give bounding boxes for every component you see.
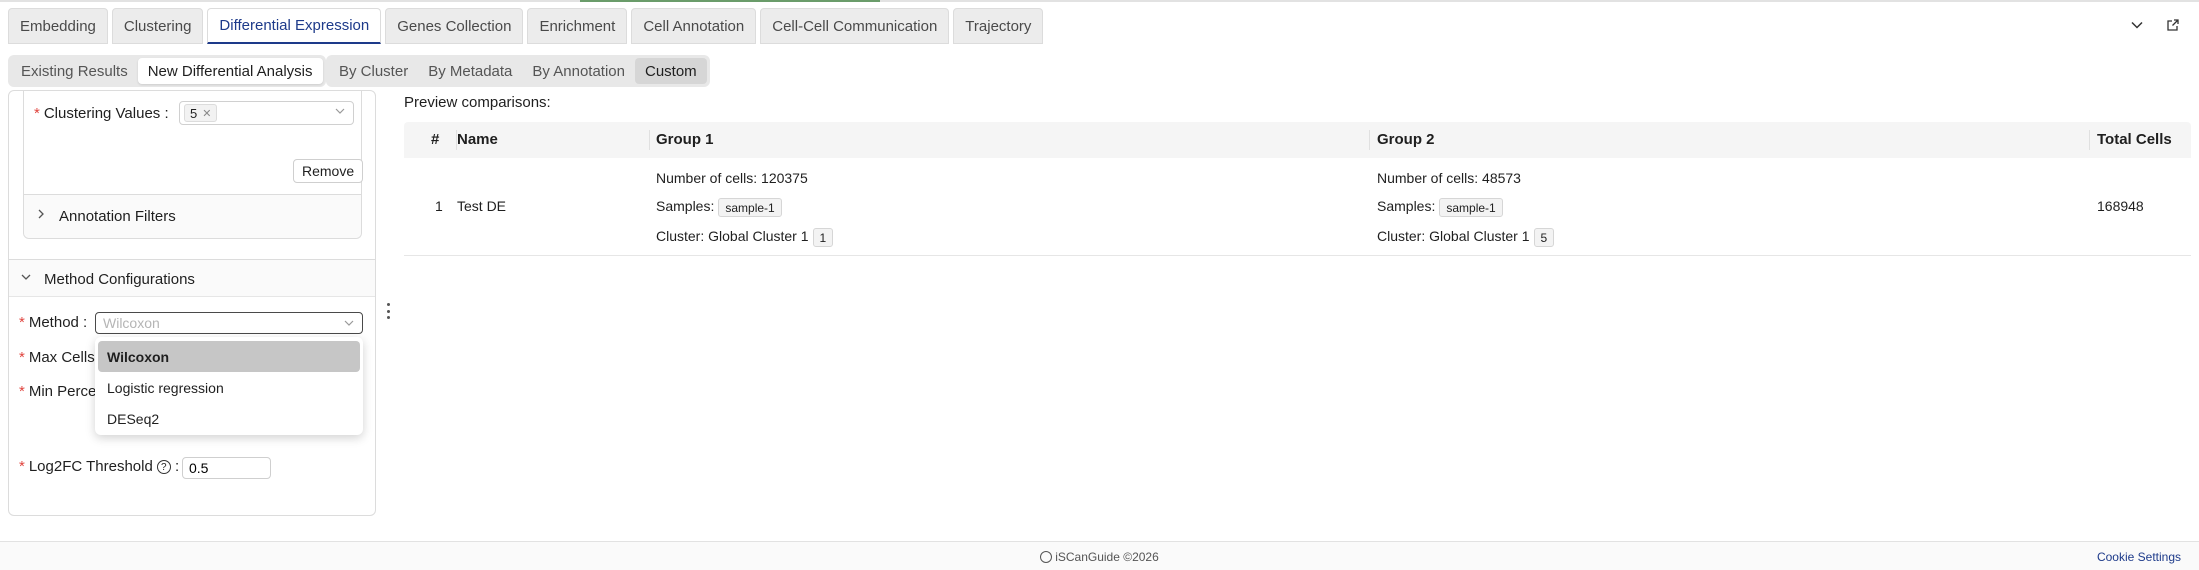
tab-embedding[interactable]: Embedding [8,8,108,44]
window-top-accent [580,0,880,2]
preview-table: # Name Group 1 Group 2 Total Cells 1 Tes… [404,122,2191,256]
tab-cell-cell-communication[interactable]: Cell-Cell Communication [760,8,950,44]
config-panel: * Clustering Values : 5 ✕ Remove Annotati… [8,90,376,516]
tab-by-cluster[interactable]: By Cluster [329,58,418,84]
group2-cells: Number of cells: 48573 [1377,170,1521,186]
method-configurations-label: Method Configurations [44,271,195,288]
method-label: * Method : [19,314,88,331]
sample-chip: sample-1 [1439,198,1503,217]
window-top-border [0,0,2199,2]
method-select[interactable]: Wilcoxon [95,312,363,334]
log2fc-input[interactable] [182,457,271,479]
filter-group-box: * Clustering Values : 5 ✕ Remove Annotati… [23,91,364,239]
tab-clustering[interactable]: Clustering [111,8,204,44]
footer: iSCanGuide ©2026 Cookie Settings [0,541,2199,570]
tab-trajectory[interactable]: Trajectory [953,8,1044,44]
open-external-icon[interactable] [2165,17,2181,33]
table-row: 1 Test DE Number of cells: 120375 Sample… [404,158,2191,256]
group1-cluster: Cluster: Global Cluster 11 [656,228,834,247]
option-wilcoxon[interactable]: Wilcoxon [98,341,360,372]
cluster-chip: 5 [1533,228,1555,247]
tab-differential-expression[interactable]: Differential Expression [207,8,382,44]
min-percent-label: * Min Perce [19,383,97,400]
option-logistic-regression[interactable]: Logistic regression [98,372,360,403]
group1-cells: Number of cells: 120375 [656,170,808,186]
row-name: Test DE [457,198,507,214]
col-index: # [431,131,440,148]
clustering-values-select[interactable]: 5 ✕ [179,101,354,125]
annotation-filters-label: Annotation Filters [59,208,176,225]
tab-new-differential-analysis[interactable]: New Differential Analysis [137,58,323,84]
method-dropdown: Wilcoxon Logistic regression DESeq2 [95,337,363,435]
row-index: 1 [435,198,443,214]
group1-samples: Samples: sample-1 [656,198,782,217]
annotation-filters-row[interactable]: Annotation Filters [24,194,361,238]
type-tabs: By Cluster By Metadata By Annotation Cus… [326,55,710,87]
remove-button[interactable]: Remove [293,159,364,183]
row-total-cells: 168948 [2097,198,2144,214]
tab-enrichment[interactable]: Enrichment [527,8,628,44]
clustering-value-tag: 5 ✕ [184,104,218,122]
col-group2: Group 2 [1377,131,1435,148]
col-total-cells: Total Cells [2097,131,2172,148]
col-group1: Group 1 [656,131,714,148]
group2-samples: Samples: sample-1 [1377,198,1503,217]
option-deseq2[interactable]: DESeq2 [98,403,360,434]
max-cells-label: * Max Cells [19,349,95,366]
help-icon[interactable]: ? [156,460,171,475]
tab-custom[interactable]: Custom [634,58,707,84]
cookie-settings-link[interactable]: Cookie Settings [2097,550,2181,564]
tab-by-metadata[interactable]: By Metadata [418,58,522,84]
chevron-down-icon [344,318,354,328]
chevron-down-icon [335,106,345,116]
col-separator [2089,130,2090,150]
tab-genes-collection[interactable]: Genes Collection [385,8,524,44]
tag-close-icon[interactable]: ✕ [202,107,211,120]
log2fc-label: * Log2FC Threshold? : [19,458,180,475]
method-configurations-header[interactable]: Method Configurations [9,259,375,297]
group2-cluster: Cluster: Global Cluster 15 [1377,228,1555,247]
preview-title: Preview comparisons: [404,94,551,111]
tab-cell-annotation[interactable]: Cell Annotation [631,8,757,44]
tab-by-annotation[interactable]: By Annotation [522,58,635,84]
panel-resize-handle[interactable] [386,303,390,319]
table-header: # Name Group 1 Group 2 Total Cells [404,122,2191,158]
main-tabs: Embedding Clustering Differential Expres… [8,8,1044,44]
collapse-chevron-icon[interactable] [2129,17,2145,33]
chevron-down-icon [21,272,31,285]
tab-existing-results[interactable]: Existing Results [11,58,138,84]
mode-tabs: Existing Results New Differential Analys… [8,55,326,87]
copyright-logo-icon [1040,551,1053,563]
col-separator [1369,130,1370,150]
top-icons [2129,17,2181,33]
copyright: iSCanGuide ©2026 [0,550,2199,564]
col-name: Name [457,131,498,148]
col-separator [649,130,650,150]
cluster-chip: 1 [812,228,834,247]
clustering-values-label: * Clustering Values : [34,105,169,122]
chevron-right-icon [36,209,46,222]
sample-chip: sample-1 [718,198,782,217]
